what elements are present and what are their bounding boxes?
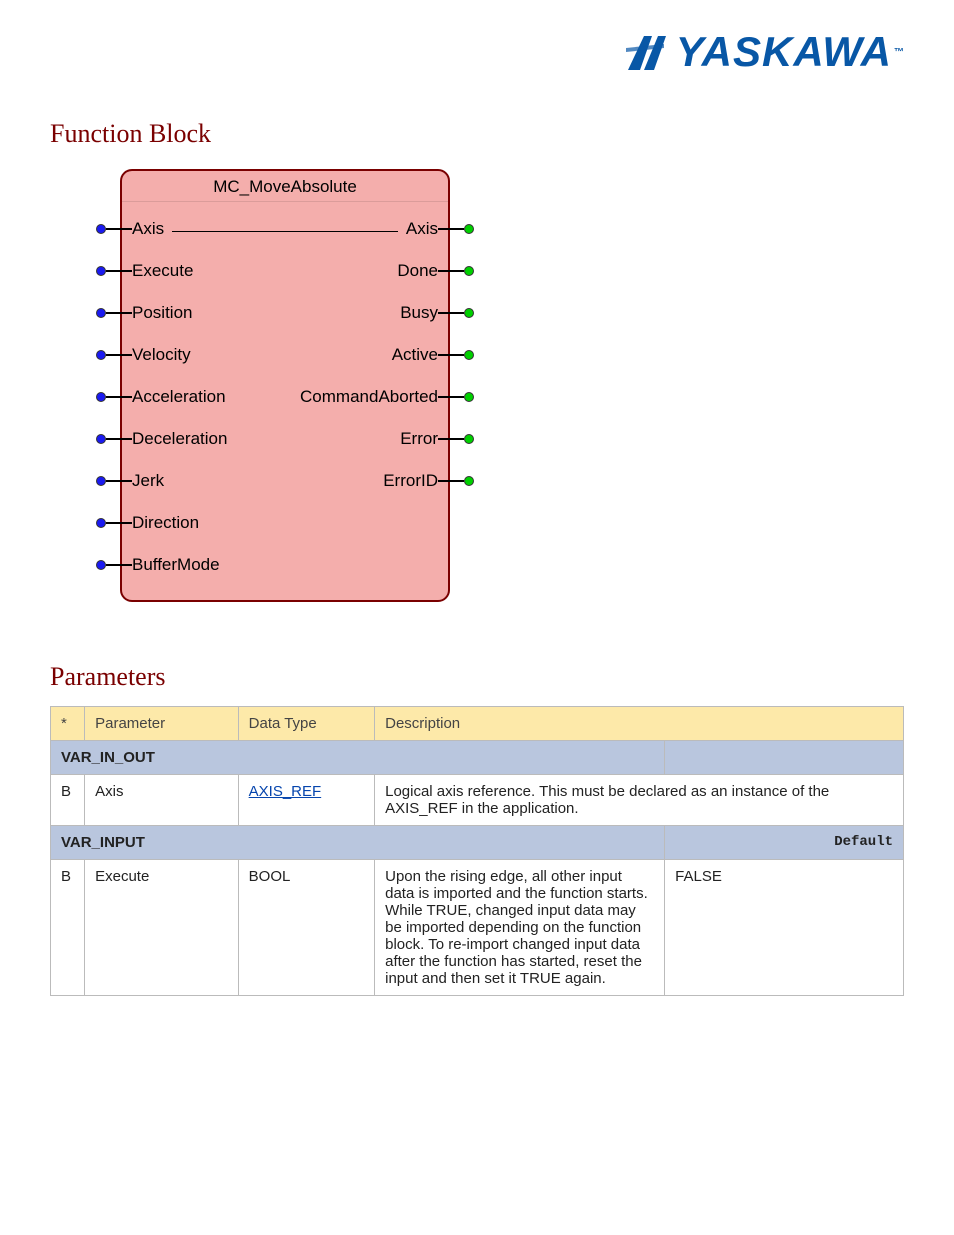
fb-input-label: Position: [132, 303, 192, 323]
cell-flag: B: [51, 860, 85, 996]
table-row: B Axis AXIS_REF Logical axis reference. …: [51, 775, 904, 826]
pin-in-icon: [96, 266, 106, 276]
fb-input-label: Axis: [132, 219, 164, 239]
wire-icon: [106, 396, 132, 398]
fb-input-label: Direction: [132, 513, 199, 533]
pin-in-icon: [96, 350, 106, 360]
pin-out-icon: [464, 350, 474, 360]
fb-input-label: Velocity: [132, 345, 191, 365]
table-header: Description: [375, 707, 904, 741]
wire-icon: [106, 438, 132, 440]
pin-in-icon: [96, 308, 106, 318]
fb-row: Direction: [132, 502, 438, 544]
wire-icon: [106, 312, 132, 314]
logo-tm: ™: [894, 47, 904, 58]
cell-param: Axis: [85, 775, 239, 826]
fb-output-label: Active: [392, 345, 438, 365]
fb-input-label: Acceleration: [132, 387, 226, 407]
pin-out-icon: [464, 308, 474, 318]
fb-input-label: BufferMode: [132, 555, 220, 575]
function-block-heading: Function Block: [50, 119, 904, 149]
wire-icon: [106, 228, 132, 230]
cell-desc: Upon the rising edge, all other input da…: [375, 860, 665, 996]
type-link[interactable]: AXIS_REF: [249, 783, 322, 800]
parameters-table: * Parameter Data Type Description VAR_IN…: [50, 706, 904, 996]
fb-input-label: Execute: [132, 261, 193, 281]
pin-in-icon: [96, 434, 106, 444]
cell-flag: B: [51, 775, 85, 826]
fb-row-axis: Axis Axis: [132, 208, 438, 250]
table-header: Parameter: [85, 707, 239, 741]
section-title: VAR_INPUT: [51, 826, 665, 860]
fb-output-label: Error: [400, 429, 438, 449]
table-section-row: VAR_IN_OUT: [51, 741, 904, 775]
wire-icon: [106, 270, 132, 272]
fb-row: Deceleration Error: [132, 418, 438, 460]
fb-row: Jerk ErrorID: [132, 460, 438, 502]
pin-out-icon: [464, 266, 474, 276]
logo: YASKAWA ™: [50, 30, 904, 79]
wire-icon: [438, 312, 464, 314]
cell-desc: Logical axis reference. This must be dec…: [375, 775, 904, 826]
cell-param: Execute: [85, 860, 239, 996]
fb-output-label: Done: [397, 261, 438, 281]
pin-in-icon: [96, 560, 106, 570]
wire-icon: [438, 228, 464, 230]
fb-row: Velocity Active: [132, 334, 438, 376]
wire-icon: [106, 354, 132, 356]
table-row: B Execute BOOL Upon the rising edge, all…: [51, 860, 904, 996]
cell-type: AXIS_REF: [238, 775, 374, 826]
fb-input-label: Deceleration: [132, 429, 227, 449]
cell-type: BOOL: [238, 860, 374, 996]
pin-out-icon: [464, 476, 474, 486]
table-header-row: * Parameter Data Type Description: [51, 707, 904, 741]
fb-output-label: ErrorID: [383, 471, 438, 491]
section-title: VAR_IN_OUT: [51, 741, 665, 775]
fb-row: Position Busy: [132, 292, 438, 334]
fb-input-label: Jerk: [132, 471, 164, 491]
fb-output-label: CommandAborted: [300, 387, 438, 407]
fb-title: MC_MoveAbsolute: [122, 171, 448, 202]
table-header: *: [51, 707, 85, 741]
section-right: Default: [665, 826, 904, 860]
pin-in-icon: [96, 476, 106, 486]
fb-output-label: Busy: [400, 303, 438, 323]
fb-output-label: Axis: [406, 219, 438, 239]
wire-icon: [438, 354, 464, 356]
wire-icon: [106, 564, 132, 566]
logo-text: YASKAWA: [676, 31, 892, 73]
pin-out-icon: [464, 434, 474, 444]
pin-in-icon: [96, 392, 106, 402]
fb-row: Execute Done: [132, 250, 438, 292]
table-section-row: VAR_INPUT Default: [51, 826, 904, 860]
function-block-diagram: MC_MoveAbsolute Axis Axis Execute Done: [120, 169, 450, 602]
wire-icon: [438, 480, 464, 482]
wire-icon: [438, 438, 464, 440]
axis-passthrough-line: [172, 231, 398, 232]
section-right: [665, 741, 904, 775]
pin-out-icon: [464, 392, 474, 402]
fb-row: Acceleration CommandAborted: [132, 376, 438, 418]
pin-in-icon: [96, 518, 106, 528]
wire-icon: [106, 480, 132, 482]
table-header: Data Type: [238, 707, 374, 741]
parameters-heading: Parameters: [50, 662, 904, 692]
logo-mark-icon: [624, 30, 668, 74]
cell-default: FALSE: [665, 860, 904, 996]
fb-row: BufferMode: [132, 544, 438, 586]
pin-in-icon: [96, 224, 106, 234]
wire-icon: [106, 522, 132, 524]
pin-out-icon: [464, 224, 474, 234]
wire-icon: [438, 396, 464, 398]
wire-icon: [438, 270, 464, 272]
